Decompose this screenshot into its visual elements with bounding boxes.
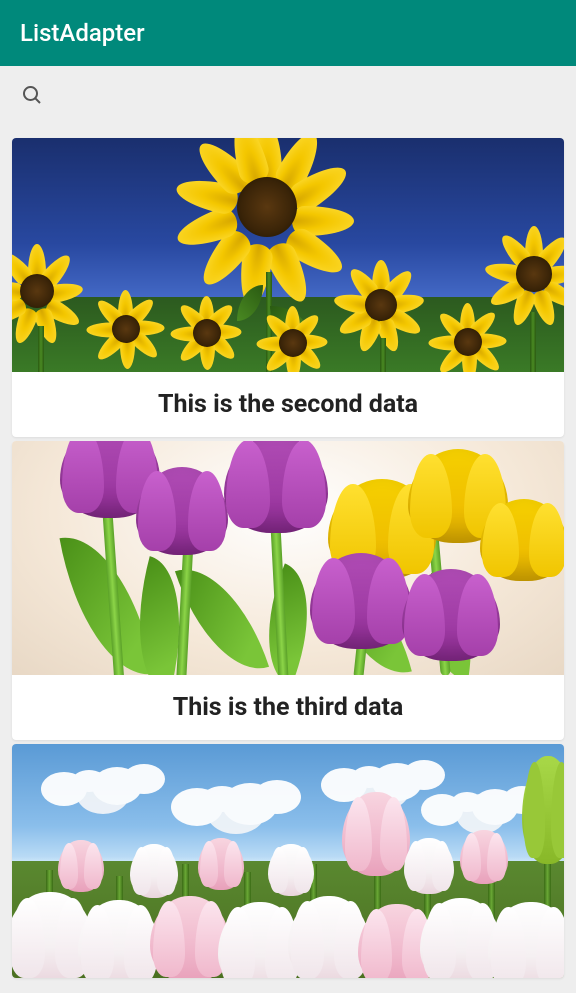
app-bar: ListAdapter: [0, 0, 576, 66]
item-label: This is the second data: [12, 372, 564, 437]
list-item[interactable]: This is the second data: [12, 138, 564, 437]
item-image-tulips: [12, 441, 564, 675]
list-container[interactable]: This is the second data This is the thir…: [0, 126, 576, 978]
app-bar-title: ListAdapter: [20, 19, 145, 47]
toolbar: [0, 66, 576, 126]
item-image-sunflowers: [12, 138, 564, 372]
search-icon: [20, 83, 44, 110]
item-image-field: [12, 744, 564, 978]
search-button[interactable]: [14, 78, 50, 114]
list-item[interactable]: This is the third data: [12, 441, 564, 740]
item-label: This is the third data: [12, 675, 564, 740]
list-item[interactable]: [12, 744, 564, 978]
